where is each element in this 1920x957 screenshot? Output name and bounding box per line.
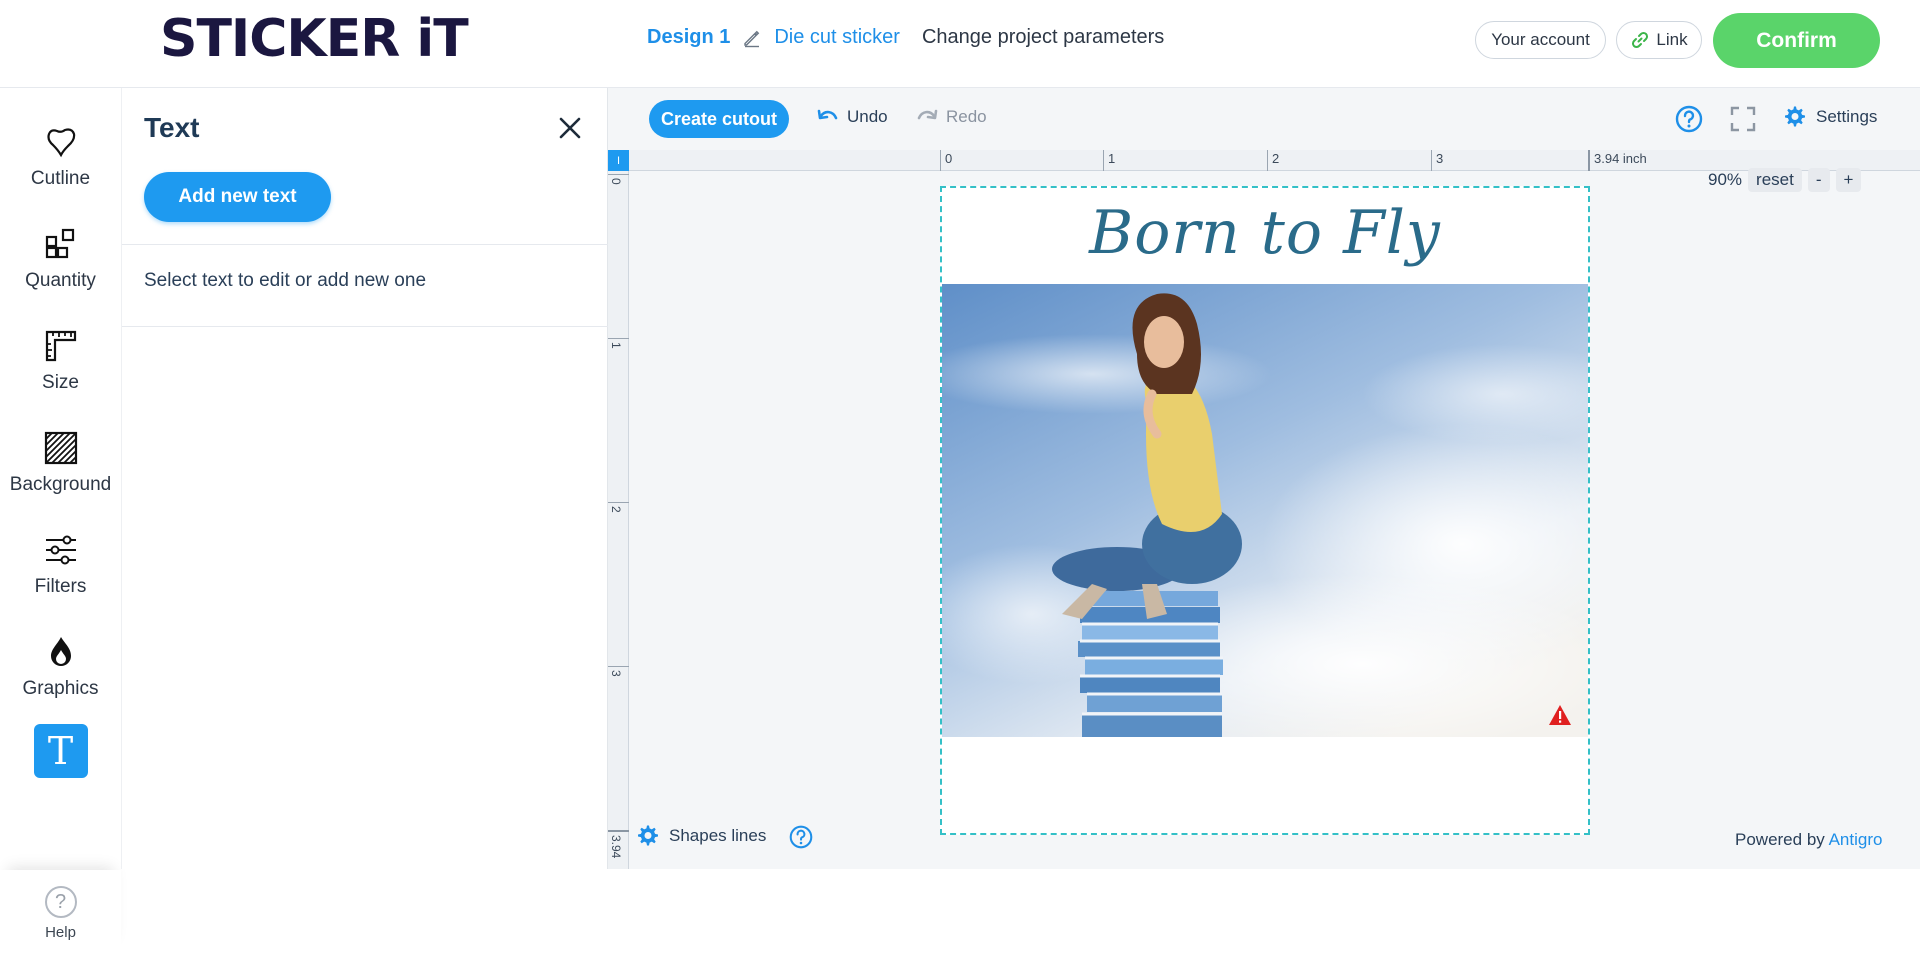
gear-icon	[1785, 106, 1805, 127]
quantity-icon	[45, 228, 74, 259]
ruler-tick: 2	[608, 502, 629, 513]
ruler-tick: 0	[608, 174, 629, 185]
tool-quantity-label: Quantity	[25, 270, 96, 291]
ruler-icon	[45, 330, 76, 362]
tool-filters[interactable]: Filters	[0, 532, 121, 598]
ruler-vertical: 0 1 2 3 3.94	[608, 150, 629, 869]
divider	[122, 244, 608, 245]
help-circle-icon[interactable]	[789, 825, 813, 849]
help-label: Help	[45, 924, 76, 941]
panel-hint: Select text to edit or add new one	[144, 270, 427, 291]
zoom-level: 90%	[1708, 170, 1743, 189]
ruler-tick: 3.94	[608, 830, 629, 858]
tool-cutline[interactable]: Cutline	[0, 124, 121, 190]
gear-icon	[638, 825, 658, 846]
panel-title: Text	[144, 112, 200, 143]
tool-filters-label: Filters	[34, 576, 87, 597]
ruler-tick: 0	[940, 150, 952, 171]
divider	[122, 326, 608, 327]
workspace: Create cutout Undo Redo Settings 0 1 2 3…	[608, 88, 1920, 869]
create-cutout-button[interactable]: Create cutout	[649, 100, 789, 138]
tool-size[interactable]: Size	[0, 328, 121, 394]
sky-girl-photo[interactable]	[942, 284, 1588, 737]
ruler-tick: 1	[608, 338, 629, 349]
confirm-button[interactable]: Confirm	[1713, 13, 1880, 68]
help-icon: ?	[44, 886, 77, 918]
ruler-tick: 1	[1103, 150, 1115, 171]
link-icon	[1632, 31, 1649, 49]
ruler-tick-label: 0	[609, 178, 623, 185]
design-bar: Design 1 Die cut sticker Change project …	[647, 26, 1164, 49]
tool-graphics[interactable]: Graphics	[0, 634, 121, 700]
tool-cutline-label: Cutline	[30, 168, 91, 189]
tool-background[interactable]: Background	[0, 430, 121, 496]
tool-sidebar: Cutline Quantity Size Background Filters…	[0, 88, 121, 957]
your-account-button[interactable]: Your account	[1475, 21, 1606, 59]
tool-size-label: Size	[42, 372, 79, 393]
powered-by-label: Powered by	[1735, 830, 1825, 849]
fullscreen-icon[interactable]	[1729, 105, 1757, 133]
redo-icon	[917, 109, 938, 120]
ruler-tick: 2	[1267, 150, 1279, 171]
canvas-toolbar: Create cutout Undo Redo Settings	[608, 88, 1920, 150]
antigro-link[interactable]: Antigro	[1829, 830, 1883, 849]
settings-label: Settings	[1816, 107, 1878, 126]
product-type-link[interactable]: Die cut sticker	[774, 26, 900, 49]
ruler-end-label: 3.94	[609, 835, 623, 859]
redo-button[interactable]: Redo	[916, 107, 987, 127]
ruler-corner: I	[608, 150, 629, 171]
ruler-tick: 3	[608, 666, 629, 677]
help-circle-icon[interactable]	[1675, 105, 1703, 133]
sliders-icon	[45, 535, 76, 565]
logo[interactable]: STICKER iT	[160, 10, 469, 68]
redo-label: Redo	[946, 107, 987, 126]
add-new-text-button[interactable]: Add new text	[144, 172, 331, 222]
link-button-label: Link	[1656, 30, 1688, 49]
zoom-in-button[interactable]: +	[1835, 168, 1862, 192]
tool-graphics-label: Graphics	[22, 678, 99, 699]
tool-text[interactable]: T	[0, 724, 121, 778]
pencil-icon[interactable]	[742, 28, 762, 48]
ruler-tick-label: 3	[609, 670, 623, 677]
powered-by: Powered by Antigro	[1735, 830, 1882, 850]
change-project-parameters-link[interactable]: Change project parameters	[922, 26, 1164, 49]
cutline-icon	[46, 128, 75, 158]
close-icon[interactable]	[556, 114, 584, 142]
ruler-end-label: 3.94 inch	[1588, 150, 1647, 171]
settings-button[interactable]: Settings	[1782, 105, 1877, 129]
zoom-out-button[interactable]: -	[1807, 168, 1830, 192]
ruler-tick-label: 2	[609, 506, 623, 513]
text-tool-icon: T	[33, 724, 88, 778]
undo-label: Undo	[847, 107, 888, 126]
help-button[interactable]: ? Help	[0, 870, 121, 957]
tool-quantity[interactable]: Quantity	[0, 226, 121, 292]
zoom-controls: 90% reset - +	[1708, 168, 1862, 192]
undo-icon	[817, 109, 838, 120]
shapes-lines-button[interactable]: Shapes lines	[635, 824, 766, 848]
top-header: STICKER iT Design 1 Die cut sticker Chan…	[0, 0, 1920, 88]
design-canvas[interactable]: Born to Fly	[940, 186, 1590, 835]
tool-background-label: Background	[9, 474, 112, 495]
link-button[interactable]: Link	[1616, 21, 1702, 59]
text-panel: Text Add new text Select text to edit or…	[121, 88, 608, 869]
shapes-lines-label: Shapes lines	[669, 826, 767, 845]
design-name[interactable]: Design 1	[647, 26, 730, 49]
zoom-reset-button[interactable]: reset	[1748, 168, 1802, 192]
background-icon	[44, 431, 77, 465]
ruler-tick: 3	[1431, 150, 1443, 171]
undo-button[interactable]: Undo	[817, 107, 888, 127]
flame-icon	[50, 637, 71, 666]
warning-icon[interactable]	[1548, 704, 1572, 726]
ruler-tick-label: 1	[609, 342, 623, 349]
canvas-text-title[interactable]: Born to Fly	[942, 198, 1588, 268]
